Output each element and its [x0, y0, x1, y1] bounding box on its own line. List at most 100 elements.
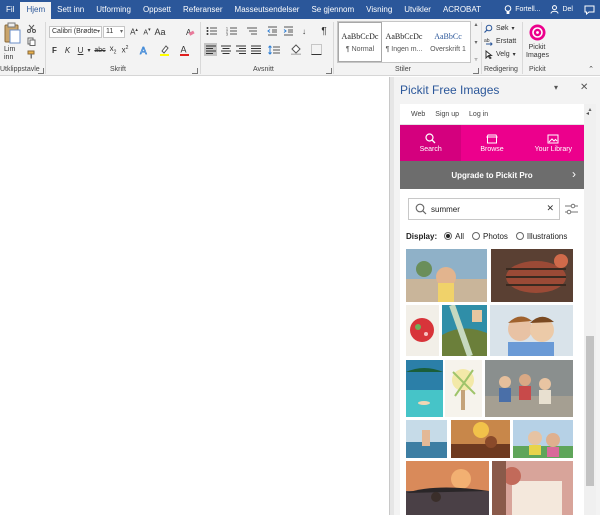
- bullets-button[interactable]: [205, 25, 219, 37]
- nav-library[interactable]: Your Library: [523, 125, 584, 161]
- image-result[interactable]: [513, 420, 573, 458]
- pane-close-button[interactable]: ✕: [580, 82, 588, 93]
- document-canvas[interactable]: [0, 77, 389, 515]
- tab-masseutsendelser[interactable]: Masseutsendelser: [229, 0, 306, 19]
- comments-button[interactable]: [578, 5, 600, 15]
- numbering-button[interactable]: 123: [225, 25, 239, 37]
- radio-unselected[interactable]: [472, 232, 481, 240]
- tab-oppsett[interactable]: Oppsett: [137, 0, 177, 19]
- font-dialog-launcher[interactable]: [192, 68, 198, 74]
- style-heading-1[interactable]: AaBbCc Overskrift 1: [426, 22, 470, 62]
- shading-button[interactable]: [288, 43, 304, 56]
- scroll-thumb[interactable]: [586, 336, 594, 486]
- bold-button[interactable]: F: [50, 44, 59, 56]
- radio-unselected[interactable]: [515, 232, 524, 240]
- underline-dropdown[interactable]: ▾: [86, 44, 92, 56]
- display-option-illustrations[interactable]: Illustrations: [515, 232, 567, 241]
- strikethrough-button[interactable]: abc: [94, 44, 106, 56]
- tab-acrobat[interactable]: ACROBAT: [437, 0, 487, 19]
- image-result[interactable]: [485, 360, 573, 417]
- image-result[interactable]: [406, 420, 447, 458]
- styles-dialog-launcher[interactable]: [473, 68, 479, 74]
- pane-scrollbar[interactable]: ▴: [584, 104, 596, 515]
- show-marks-button[interactable]: ¶: [318, 25, 330, 37]
- clipboard-dialog-launcher[interactable]: [38, 68, 44, 74]
- share-button[interactable]: Del: [545, 5, 578, 14]
- grow-font-button[interactable]: A▴: [129, 26, 139, 38]
- chevron-left-icon[interactable]: ◂: [586, 110, 592, 124]
- align-left-button[interactable]: [204, 43, 217, 56]
- image-result[interactable]: [406, 461, 489, 515]
- tab-fil[interactable]: Fil: [0, 0, 20, 19]
- decrease-indent-button[interactable]: [266, 25, 278, 37]
- font-color-button[interactable]: A: [178, 43, 190, 57]
- tab-hjem[interactable]: Hjem: [20, 2, 52, 19]
- image-result[interactable]: [445, 360, 482, 417]
- styles-scroller[interactable]: ▴ ▾ ▿: [472, 21, 480, 63]
- text-effects-button[interactable]: A: [138, 43, 150, 57]
- increase-indent-button[interactable]: [282, 25, 294, 37]
- highlight-button[interactable]: [158, 43, 170, 57]
- display-option-all[interactable]: All: [444, 232, 464, 241]
- clear-formatting-button[interactable]: A: [184, 26, 196, 38]
- paste-button[interactable]: [2, 21, 22, 45]
- link-log-in[interactable]: Log in: [469, 111, 488, 118]
- borders-button[interactable]: [308, 43, 324, 56]
- font-size-select[interactable]: 11 ▾: [103, 26, 125, 38]
- font-name-select[interactable]: Calibri (Brødte ▾: [49, 26, 102, 38]
- subscript-button[interactable]: x2: [108, 44, 118, 56]
- style-normal[interactable]: AaBbCcDc ¶ Normal: [338, 22, 382, 62]
- upgrade-banner[interactable]: Upgrade to Pickit Pro ›: [400, 161, 584, 189]
- link-sign-up[interactable]: Sign up: [435, 111, 459, 118]
- tab-sett-inn[interactable]: Sett inn: [51, 0, 90, 19]
- image-search-field[interactable]: ✕: [408, 198, 560, 220]
- image-result[interactable]: [490, 305, 573, 356]
- replace-label: Erstatt: [496, 38, 517, 45]
- italic-button[interactable]: K: [63, 44, 72, 56]
- align-center-button[interactable]: [219, 43, 232, 56]
- tab-visning[interactable]: Visning: [360, 0, 398, 19]
- link-web[interactable]: Web: [411, 111, 425, 118]
- find-button[interactable]: Søk ▾: [484, 23, 514, 34]
- lightbulb-icon: [504, 4, 512, 14]
- align-right-button[interactable]: [234, 43, 247, 56]
- justify-button[interactable]: [249, 43, 262, 56]
- cut-button[interactable]: [26, 23, 36, 33]
- change-case-button[interactable]: Aa: [155, 26, 166, 38]
- nav-search[interactable]: Search: [400, 125, 462, 161]
- image-result[interactable]: [492, 461, 573, 515]
- pane-options-button[interactable]: ▾: [554, 83, 558, 92]
- pickit-images-button[interactable]: [528, 23, 546, 41]
- collapse-ribbon-button[interactable]: ⌃: [586, 65, 596, 73]
- format-painter-button[interactable]: [26, 49, 36, 59]
- tell-me-box[interactable]: Fortell...: [499, 4, 545, 15]
- select-button[interactable]: Velg ▾: [484, 49, 516, 60]
- replace-button[interactable]: ab Erstatt: [484, 36, 516, 47]
- image-result[interactable]: [491, 249, 573, 302]
- nav-browse[interactable]: Browse: [461, 125, 522, 161]
- radio-selected[interactable]: [444, 232, 453, 240]
- sort-button[interactable]: ↓: [298, 25, 310, 37]
- style-no-spacing[interactable]: AaBbCcDc ¶ Ingen m...: [382, 22, 426, 62]
- tab-utforming[interactable]: Utforming: [90, 0, 137, 19]
- superscript-button[interactable]: x2: [120, 44, 130, 56]
- filter-sliders-icon[interactable]: [565, 203, 578, 215]
- image-result[interactable]: [406, 249, 487, 302]
- tab-utvikler[interactable]: Utvikler: [398, 0, 437, 19]
- image-result[interactable]: [442, 305, 487, 356]
- clear-search-icon[interactable]: ✕: [546, 203, 554, 214]
- search-input[interactable]: [431, 202, 543, 216]
- image-result[interactable]: [406, 305, 439, 356]
- underline-button[interactable]: U: [76, 44, 85, 56]
- paragraph-dialog-launcher[interactable]: [326, 68, 332, 74]
- multilevel-list-button[interactable]: [245, 25, 259, 37]
- tab-referanser[interactable]: Referanser: [177, 0, 229, 19]
- shrink-font-button[interactable]: A▾: [142, 26, 152, 38]
- display-option-photos[interactable]: Photos: [472, 232, 508, 241]
- line-spacing-button[interactable]: [266, 43, 282, 56]
- image-result[interactable]: [406, 360, 443, 417]
- nav-browse-label: Browse: [480, 145, 504, 153]
- tab-se-gjennom[interactable]: Se gjennom: [305, 0, 360, 19]
- copy-button[interactable]: [26, 36, 36, 46]
- image-result[interactable]: [451, 420, 510, 458]
